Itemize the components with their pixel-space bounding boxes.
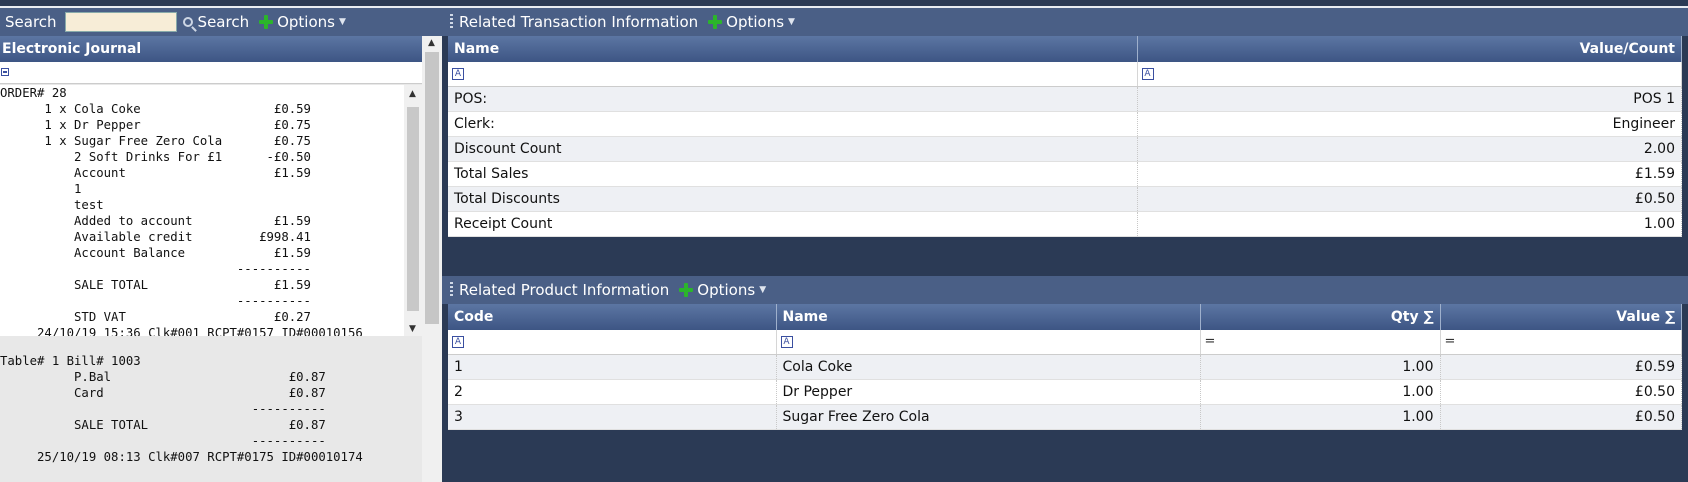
table-row[interactable]: 1 Cola Coke 1.00 £0.59 [448,354,1682,380]
filter-cell-qty[interactable]: = [1200,330,1441,355]
filter-cell-value[interactable]: = [1440,330,1682,355]
row-name: Sugar Free Zero Cola [776,404,1201,430]
row-value: £0.59 [1440,354,1682,380]
row-code: 3 [448,404,777,430]
search-input[interactable] [64,12,177,32]
dropdown-icon: ▼ [338,17,346,27]
transaction-options-button[interactable]: Options ▼ [698,13,795,31]
receipt-2: Table# 1 Bill# 1003 P.Bal £0.87 Card £0.… [0,353,422,482]
text-filter-icon[interactable]: A [452,335,464,348]
row-name: Discount Count [448,136,1138,162]
table-row[interactable]: 2 Dr Pepper 1.00 £0.50 [448,379,1682,405]
row-name: Dr Pepper [776,379,1201,405]
left-toolbar: Search Search Options ▼ [0,8,442,36]
row-value: £1.59 [1137,161,1682,187]
table-row[interactable]: Total Sales £1.59 [448,161,1682,187]
dropdown-icon: ▼ [759,285,767,295]
row-name: Total Sales [448,161,1138,187]
add-icon [259,15,274,29]
row-qty: 1.00 [1200,404,1441,430]
receipt-1: ORDER# 28 1 x Cola Coke £0.59 1 x Dr Pep… [0,85,404,336]
row-value: POS 1 [1137,86,1682,112]
row-name: Total Discounts [448,186,1138,212]
transaction-panel-header: Related Transaction Information Options … [442,8,1688,36]
product-table: Code Name Qty ∑ Value ∑ A A = = 1 Cola C… [448,304,1682,430]
transaction-panel-title: Related Transaction Information [459,13,699,31]
filter-icon[interactable] [1,68,9,76]
column-header-value[interactable]: Value ∑ [1440,304,1682,330]
receipt-1-text: ORDER# 28 1 x Cola Coke £0.59 1 x Dr Pep… [0,86,363,336]
row-name: Clerk: [448,111,1138,137]
info-panels: Related Transaction Information Options … [442,8,1688,482]
add-icon [679,283,694,297]
scroll-up-icon[interactable]: ▲ [409,89,416,99]
drag-handle-icon[interactable] [450,282,453,298]
window-top-bar [0,0,1688,8]
column-header-qty[interactable]: Qty ∑ [1200,304,1441,330]
product-options-button[interactable]: Options ▼ [669,281,766,299]
row-value: £0.50 [1137,186,1682,212]
text-filter-icon[interactable]: A [452,67,464,80]
equals-filter-icon[interactable]: = [1205,334,1216,349]
options-button[interactable]: Options ▼ [249,13,346,31]
transaction-table: Name Value/Count A A POS: POS 1 Clerk: Eng… [448,36,1682,237]
row-value: 1.00 [1137,211,1682,237]
table-row[interactable]: Receipt Count 1.00 [448,211,1682,237]
table-row[interactable]: 3 Sugar Free Zero Cola 1.00 £0.50 [448,404,1682,430]
scrollbar-thumb[interactable] [407,107,419,311]
text-filter-icon[interactable]: A [1141,67,1154,80]
product-panel-header: Related Product Information Options ▼ [442,276,1688,304]
row-qty: 1.00 [1200,354,1441,380]
row-value: £0.50 [1440,379,1682,405]
journal-scrollbar[interactable]: ▲ [422,36,442,482]
row-value: Engineer [1137,111,1682,137]
table-row[interactable]: Discount Count 2.00 [448,136,1682,162]
search-button[interactable]: Search [182,13,250,31]
column-header-code[interactable]: Code [448,304,777,330]
options-label: Options [277,13,335,31]
scroll-down-icon[interactable]: ▼ [409,324,416,334]
row-name: POS: [448,86,1138,112]
row-code: 1 [448,354,777,380]
add-icon [708,15,723,29]
journal-filter-row [0,62,422,84]
table-row[interactable]: POS: POS 1 [448,86,1682,112]
filter-cell-value[interactable]: A [1137,62,1682,87]
row-value: 2.00 [1137,136,1682,162]
filter-cell-name[interactable]: A [776,330,1201,355]
table-row[interactable]: Clerk: Engineer [448,111,1682,137]
row-qty: 1.00 [1200,379,1441,405]
text-filter-icon[interactable]: A [780,335,793,348]
filter-cell-name[interactable]: A [448,62,1138,87]
journal-title: Electronic Journal [0,36,422,62]
dropdown-icon: ▼ [788,17,795,27]
filter-cell-code[interactable]: A [448,330,777,355]
scrollbar-thumb[interactable] [425,52,439,324]
search-button-label: Search [197,13,250,31]
row-value: £0.50 [1440,404,1682,430]
scroll-up-icon[interactable]: ▲ [428,38,435,48]
column-header-name[interactable]: Name [776,304,1201,330]
equals-filter-icon[interactable]: = [1445,334,1456,349]
options-label: Options [726,13,785,31]
search-label: Search [5,13,57,31]
receipt-1-scrollbar[interactable]: ▲ ▼ [404,85,422,336]
journal-panel: Search Search Options ▼ Electronic Journ… [0,8,442,482]
options-label: Options [697,281,756,299]
row-name: Receipt Count [448,211,1138,237]
search-icon [182,17,193,27]
row-code: 2 [448,379,777,405]
receipt-2-text: Table# 1 Bill# 1003 P.Bal £0.87 Card £0.… [0,354,363,464]
product-panel-title: Related Product Information [459,281,670,299]
column-header-value[interactable]: Value/Count [1137,36,1682,62]
row-name: Cola Coke [776,354,1201,380]
table-row[interactable]: Total Discounts £0.50 [448,186,1682,212]
drag-handle-icon[interactable] [450,14,453,30]
column-header-name[interactable]: Name [448,36,1138,62]
